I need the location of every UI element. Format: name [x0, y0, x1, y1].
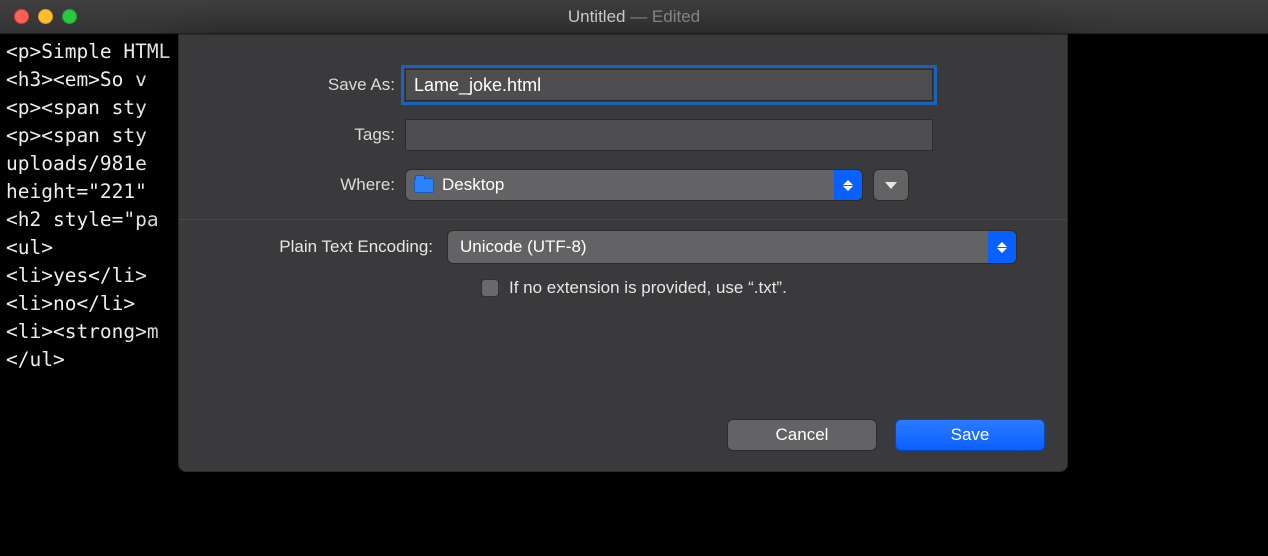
window-title: Untitled — Edited — [0, 7, 1268, 27]
chevron-down-icon — [885, 182, 897, 189]
window-titlebar: Untitled — Edited — [0, 0, 1268, 34]
where-value: Desktop — [442, 175, 504, 195]
encoding-select[interactable]: Unicode (UTF-8) — [447, 230, 1017, 264]
default-extension-checkbox[interactable] — [481, 279, 499, 297]
updown-icon — [834, 170, 862, 200]
expand-dialog-button[interactable] — [873, 169, 909, 201]
divider — [179, 219, 1067, 220]
tags-input[interactable] — [405, 119, 933, 151]
where-label: Where: — [179, 175, 405, 195]
encoding-value: Unicode (UTF-8) — [460, 237, 587, 257]
folder-icon — [414, 178, 434, 193]
save-dialog: Save As: Tags: Where: Desktop Plain Text… — [178, 34, 1068, 472]
window-title-suffix: — Edited — [625, 7, 700, 26]
save-as-input[interactable] — [405, 69, 933, 101]
tags-label: Tags: — [179, 125, 405, 145]
save-button[interactable]: Save — [895, 419, 1045, 451]
save-as-label: Save As: — [179, 75, 405, 95]
window-title-main: Untitled — [568, 7, 626, 26]
cancel-button[interactable]: Cancel — [727, 419, 877, 451]
encoding-label: Plain Text Encoding: — [179, 237, 447, 257]
where-select[interactable]: Desktop — [405, 169, 863, 201]
updown-icon — [988, 231, 1016, 263]
default-extension-label: If no extension is provided, use “.txt”. — [509, 278, 787, 298]
